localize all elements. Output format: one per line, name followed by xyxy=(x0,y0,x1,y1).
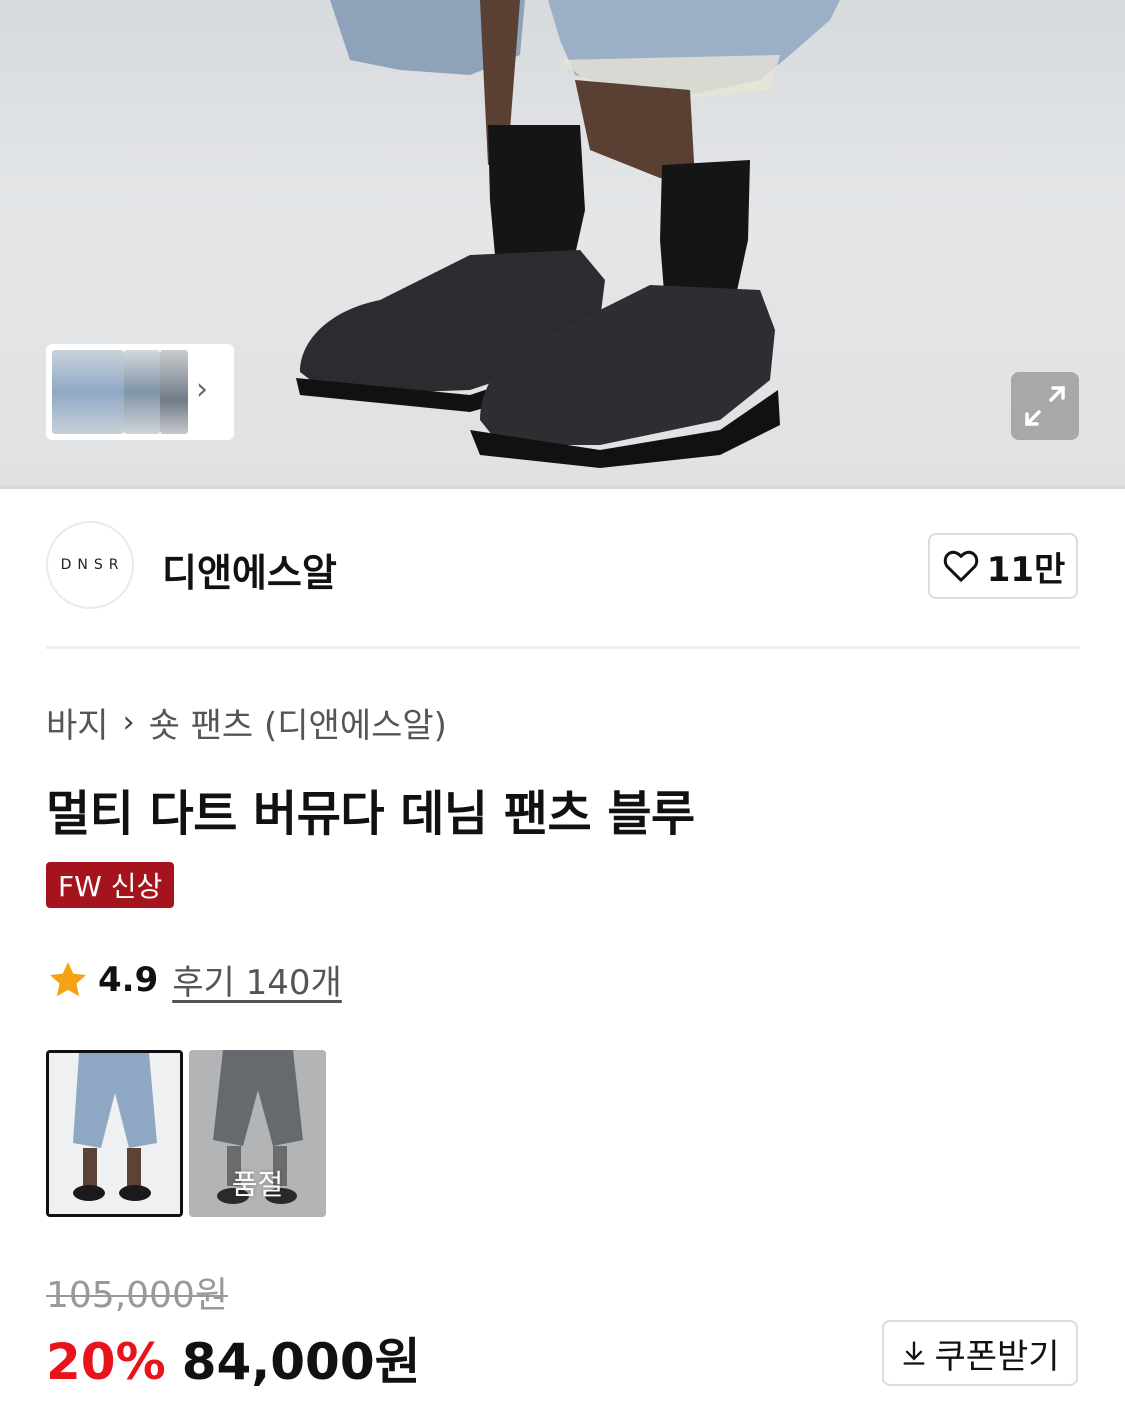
reviews-link[interactable]: 후기 140개 xyxy=(172,955,342,1004)
original-price: 105,000원 xyxy=(46,1275,228,1316)
coupon-label: 쿠폰받기 xyxy=(934,1336,1060,1377)
final-price: 84,000원 xyxy=(181,1333,421,1391)
breadcrumb: 바지 › 숏 팬츠 (디앤에스알) xyxy=(46,698,447,747)
thumbnail-3[interactable] xyxy=(160,350,188,434)
brand-name[interactable]: 디앤에스알 xyxy=(162,542,337,597)
color-option-blue[interactable] xyxy=(46,1050,183,1217)
product-hero-image[interactable]: › xyxy=(0,0,1125,485)
rating-score: 4.9 xyxy=(98,959,159,1000)
hero-divider xyxy=(0,485,1125,489)
star-icon xyxy=(50,961,86,996)
thumbnail-2[interactable] xyxy=(124,350,160,434)
thumbnail-1[interactable] xyxy=(52,350,124,434)
color-option-gray[interactable]: 품절 xyxy=(189,1050,326,1217)
chevron-right-icon: › xyxy=(122,705,135,740)
price-row: 20% 84,000원 xyxy=(46,1322,421,1394)
coupon-button[interactable]: 쿠폰받기 xyxy=(882,1320,1078,1386)
breadcrumb-category[interactable]: 바지 xyxy=(46,698,109,747)
option-image-blue xyxy=(49,1053,180,1214)
soldout-label: 품절 xyxy=(231,1168,284,1201)
rating-row: 4.9 후기 140개 xyxy=(46,955,342,1004)
brand-logo-text: DNSR xyxy=(60,557,125,573)
product-title: 멀티 다트 버뮤다 데님 팬츠 블루 xyxy=(46,786,695,842)
heart-icon xyxy=(943,550,978,582)
like-count: 11만 xyxy=(986,549,1066,590)
discount-rate: 20% xyxy=(46,1333,166,1391)
download-icon xyxy=(903,1341,925,1365)
thumbnail-strip[interactable]: › xyxy=(46,344,234,440)
expand-icon xyxy=(1025,386,1065,426)
breadcrumb-subcategory[interactable]: 숏 팬츠 (디앤에스알) xyxy=(149,698,447,747)
section-divider xyxy=(46,646,1080,649)
expand-button[interactable] xyxy=(1011,372,1079,440)
like-button[interactable]: 11만 xyxy=(928,533,1078,599)
new-season-badge: FW 신상 xyxy=(46,862,175,908)
chevron-right-icon[interactable]: › xyxy=(196,372,208,407)
brand-logo[interactable]: DNSR xyxy=(46,521,134,609)
